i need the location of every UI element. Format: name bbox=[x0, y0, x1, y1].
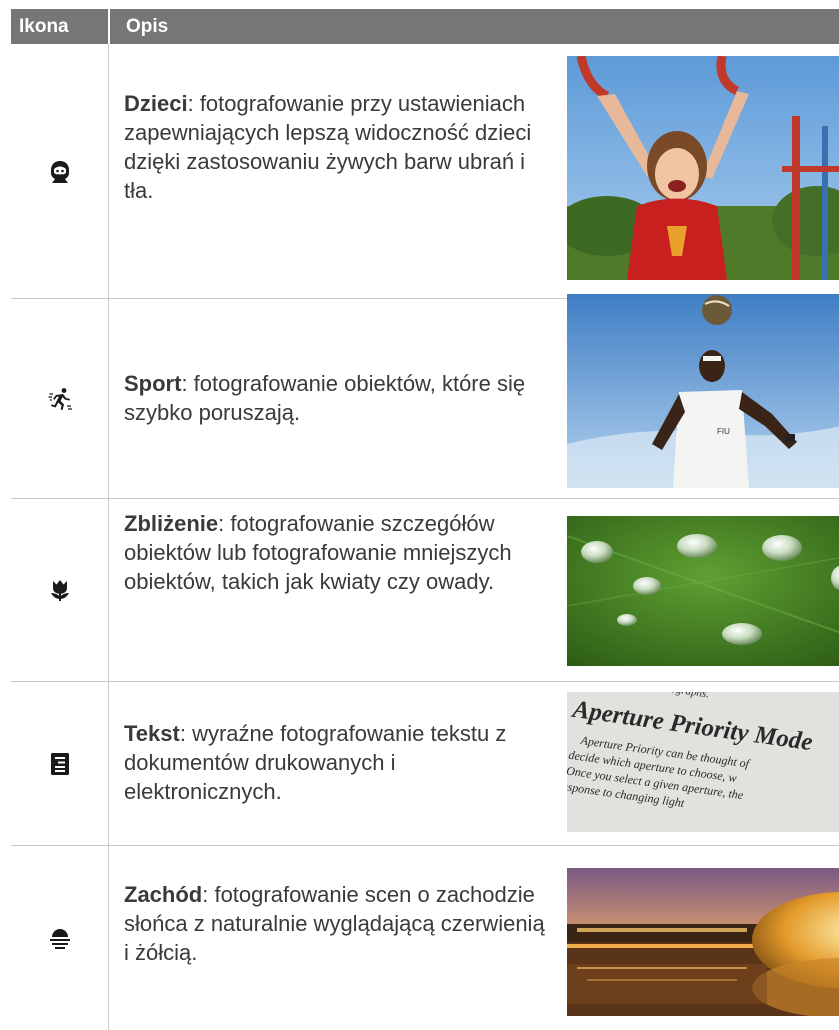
water-droplets-on-leaf-photo bbox=[567, 516, 839, 666]
table-row: Dzieci: fotografowanie przy ustawieniach… bbox=[11, 45, 839, 298]
row-text: : fotografowanie obiektów, które się szy… bbox=[124, 371, 526, 425]
row-description: Zachód: fotografowanie scen o zachodzie … bbox=[124, 880, 554, 967]
header-description-column: Opis bbox=[126, 16, 169, 37]
child-on-playground-photo bbox=[567, 56, 839, 280]
row-term: Zbliżenie bbox=[124, 511, 219, 536]
table-header: Ikona Opis bbox=[11, 9, 839, 44]
header-separator bbox=[108, 9, 110, 44]
table-row: Zbliżenie: fotografowanie szczegółów obi… bbox=[11, 499, 839, 681]
row-description: Tekst: wyraźne fotografowanie tekstu z d… bbox=[124, 719, 554, 806]
icon-cell bbox=[11, 499, 108, 681]
printed-book-page-photo: at your photographs. Aperture Priority M… bbox=[567, 692, 839, 832]
row-term: Zachód bbox=[124, 882, 203, 907]
sunset-building-reflection-photo bbox=[567, 868, 839, 1016]
row-term: Dzieci bbox=[124, 91, 188, 116]
water-droplets-image bbox=[567, 516, 839, 666]
icon-cell bbox=[11, 682, 108, 845]
table-row: Tekst: wyraźne fotografowanie tekstu z d… bbox=[11, 682, 839, 845]
row-term: Tekst bbox=[124, 721, 180, 746]
running-person-icon bbox=[48, 387, 72, 410]
icon-cell bbox=[11, 45, 108, 298]
document-text-icon bbox=[50, 752, 69, 775]
child-face-icon bbox=[50, 160, 69, 183]
soccer-player-image: FIU bbox=[567, 294, 839, 488]
row-description: Sport: fotografowanie obiektów, które si… bbox=[124, 369, 554, 427]
table-row: Sport: fotografowanie obiektów, które si… bbox=[11, 294, 839, 498]
row-term: Sport bbox=[124, 371, 182, 396]
row-description: Dzieci: fotografowanie przy ustawieniach… bbox=[124, 89, 554, 205]
soccer-player-photo: FIU bbox=[567, 294, 839, 488]
sunset-icon bbox=[49, 929, 70, 949]
row-description: Zbliżenie: fotografowanie szczegółów obi… bbox=[124, 509, 554, 596]
table-row: Zachód: fotografowanie scen o zachodzie … bbox=[11, 846, 839, 1030]
svg-text:FIU: FIU bbox=[717, 427, 730, 436]
header-icon-column: Ikona bbox=[19, 16, 69, 37]
child-on-playground-image bbox=[567, 56, 839, 280]
sunset-building-image bbox=[567, 868, 839, 1016]
book-page-image: at your photographs. Aperture Priority M… bbox=[567, 692, 839, 832]
icon-cell bbox=[11, 846, 108, 1030]
row-text: : wyraźne fotografowanie tekstu z dokume… bbox=[124, 721, 507, 804]
icon-cell bbox=[11, 299, 108, 498]
tulip-flower-icon bbox=[50, 580, 69, 601]
